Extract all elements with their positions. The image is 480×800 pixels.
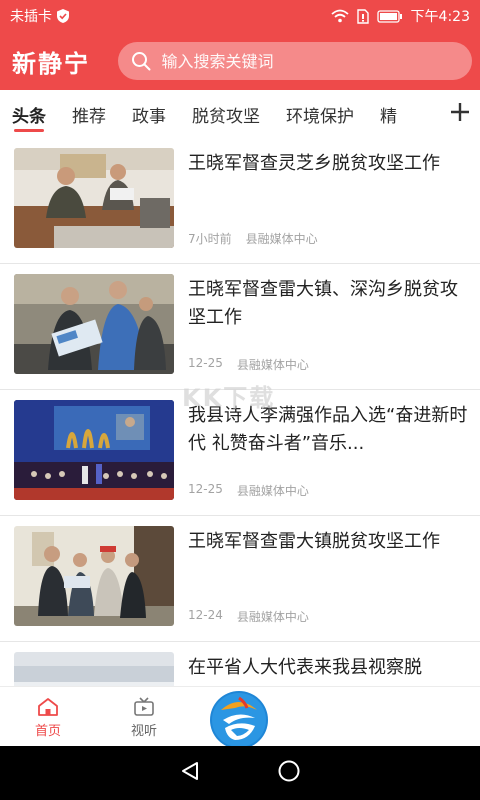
nav-video[interactable]: 视听: [96, 687, 192, 747]
news-meta: 12-25 县融媒体中心: [188, 356, 309, 373]
app-logo-text: 新静宁: [12, 48, 90, 78]
news-time: 12-24: [188, 608, 223, 622]
news-title[interactable]: 王晓军督查雷大镇、深沟乡脱贫攻坚工作: [188, 276, 468, 332]
tv-icon: [133, 696, 155, 718]
news-source: 县融媒体中心: [236, 358, 309, 372]
news-meta: 12-25 县融媒体中心: [188, 482, 309, 499]
news-text: 王晓军督查雷大镇脱贫攻坚工作 12-24 县融媒体中心: [188, 526, 468, 641]
news-source: 县融媒体中心: [245, 232, 318, 246]
plus-icon: [449, 101, 471, 127]
news-item[interactable]: 王晓军督查雷大镇、深沟乡脱贫攻坚工作 12-25 县融媒体中心: [0, 264, 480, 390]
news-meta: 12-24 县融媒体中心: [188, 608, 309, 625]
news-text: 王晓军督查雷大镇、深沟乡脱贫攻坚工作 12-25 县融媒体中心: [188, 274, 468, 389]
news-source: 县融媒体中心: [236, 610, 309, 624]
nav-home-label: 首页: [34, 723, 61, 739]
news-item[interactable]: 在平省人大代表来我县视察脱: [0, 642, 480, 686]
system-nav-bar: [0, 746, 480, 800]
tab-recommend[interactable]: 推荐: [72, 90, 106, 138]
news-time: 12-25: [188, 356, 223, 370]
news-thumbnail: [14, 526, 174, 626]
news-item[interactable]: 王晓军督查雷大镇脱贫攻坚工作 12-24 县融媒体中心: [0, 516, 480, 642]
search-input[interactable]: [161, 51, 442, 71]
news-feed[interactable]: 王晓军督查灵芝乡脱贫攻坚工作 7小时前 县融媒体中心 王晓军督查雷大镇、深沟乡脱…: [0, 138, 480, 686]
news-title[interactable]: 王晓军督查雷大镇脱贫攻坚工作: [188, 528, 468, 584]
news-text: 在平省人大代表来我县视察脱: [188, 652, 468, 686]
news-title[interactable]: 我县诗人李满强作品入选“奋进新时代 礼赞奋斗者”音乐...: [188, 402, 468, 458]
tab-partial[interactable]: 精: [380, 90, 397, 138]
wifi-icon: [330, 9, 349, 23]
back-icon[interactable]: [179, 760, 201, 786]
center-tab-button[interactable]: [209, 690, 269, 750]
tab-poverty-alleviation[interactable]: 脱贫攻坚: [192, 90, 260, 138]
home-icon: [37, 696, 59, 718]
shield-check-icon: [56, 8, 70, 24]
news-text: 我县诗人李满强作品入选“奋进新时代 礼赞奋斗者”音乐... 12-25 县融媒体…: [188, 400, 468, 515]
status-bar: 未插卡 下午4:23: [0, 0, 480, 32]
battery-icon: [376, 9, 403, 23]
news-time: 12-25: [188, 482, 223, 496]
home-circle-icon[interactable]: [277, 759, 301, 787]
status-right: 下午4:23: [330, 6, 470, 26]
app-header: 新静宁: [0, 32, 480, 90]
news-thumbnail: [14, 274, 174, 374]
news-source: 县融媒体中心: [236, 484, 309, 498]
news-text: 王晓军督查灵芝乡脱贫攻坚工作 7小时前 县融媒体中心: [188, 148, 468, 263]
category-tabs: 头条 推荐 政事 脱贫攻坚 环境保护 精: [0, 90, 480, 138]
news-title[interactable]: 王晓军督查灵芝乡脱贫攻坚工作: [188, 150, 468, 206]
nav-home[interactable]: 首页: [0, 687, 96, 747]
search-icon: [130, 50, 152, 72]
nav-video-label: 视听: [130, 723, 157, 739]
clock-text: 下午4:23: [410, 9, 470, 25]
tab-strip: 头条 推荐 政事 脱贫攻坚 环境保护 精: [0, 90, 440, 138]
sim-icon: [356, 8, 369, 24]
search-bar[interactable]: [117, 42, 472, 80]
add-channel-button[interactable]: [440, 90, 480, 138]
tab-politics[interactable]: 政事: [132, 90, 166, 138]
news-meta: 7小时前 县融媒体中心: [188, 230, 318, 247]
news-title[interactable]: 在平省人大代表来我县视察脱: [188, 654, 468, 686]
tab-environment[interactable]: 环境保护: [286, 90, 354, 138]
news-thumbnail: [14, 400, 174, 500]
news-thumbnail: [14, 148, 174, 248]
news-item[interactable]: 王晓军督查灵芝乡脱贫攻坚工作 7小时前 县融媒体中心: [0, 138, 480, 264]
news-thumbnail: [14, 652, 174, 686]
status-left: 未插卡: [10, 6, 70, 26]
news-item[interactable]: 我县诗人李满强作品入选“奋进新时代 礼赞奋斗者”音乐... 12-25 县融媒体…: [0, 390, 480, 516]
tab-headlines[interactable]: 头条: [12, 90, 46, 138]
carrier-text: 未插卡: [10, 9, 52, 25]
news-time: 7小时前: [188, 232, 232, 246]
